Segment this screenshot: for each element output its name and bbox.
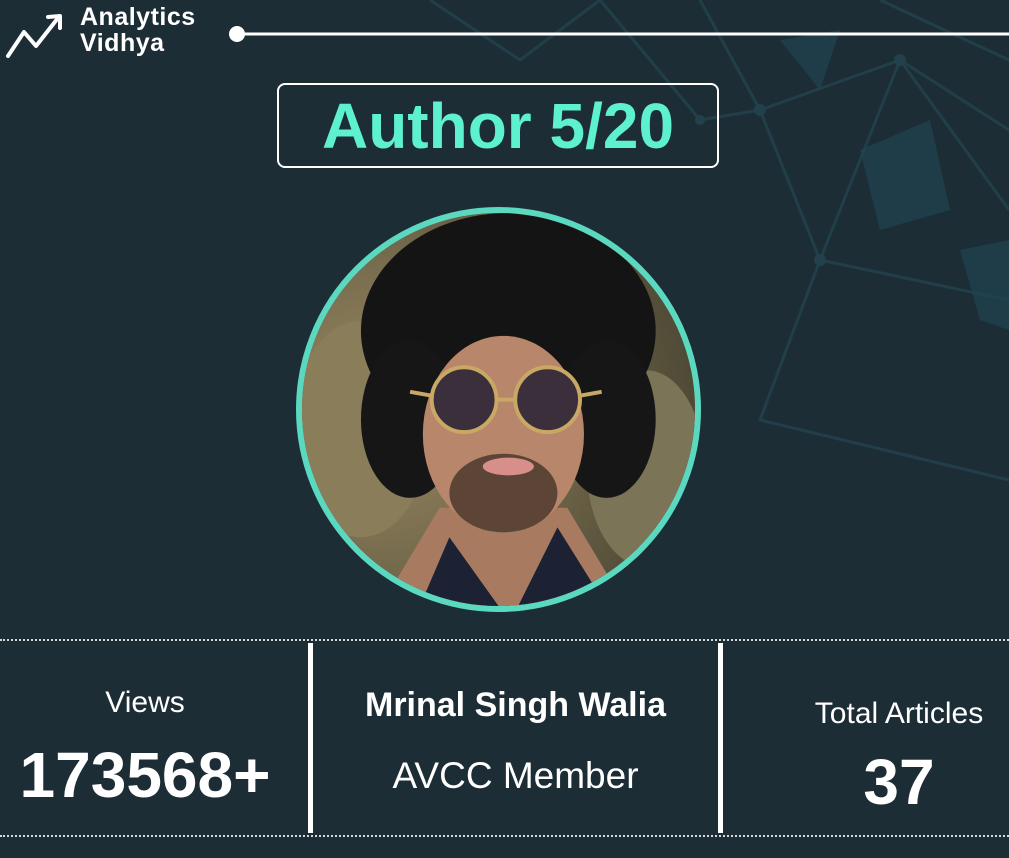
views-value: 173568+: [19, 739, 271, 811]
author-role: AVCC Member: [392, 755, 639, 796]
brand-name: Analytics Vidhya: [80, 4, 196, 56]
stats-separator-right: [718, 643, 723, 833]
page-title: Author 5/20: [321, 89, 675, 162]
stats-divider-top: [0, 639, 1009, 641]
title-badge: Author 5/20: [277, 83, 719, 168]
views-label: Views: [105, 686, 185, 719]
author-avatar: [296, 207, 701, 612]
header-rule: [229, 26, 1009, 42]
brand-name-line2: Vidhya: [80, 29, 165, 57]
author-name: Mrinal Singh Walia: [365, 686, 666, 724]
brand-name-line1: Analytics: [80, 3, 196, 31]
total-articles-label: Total Articles: [814, 697, 984, 730]
brand-logo: Analytics Vidhya: [4, 4, 224, 60]
stats-separator-left: [308, 643, 313, 833]
author-photo: [302, 213, 695, 606]
stats-divider-bottom: [0, 835, 1009, 837]
trend-arrow-icon: [6, 14, 62, 58]
total-articles-value: 37: [863, 746, 935, 818]
